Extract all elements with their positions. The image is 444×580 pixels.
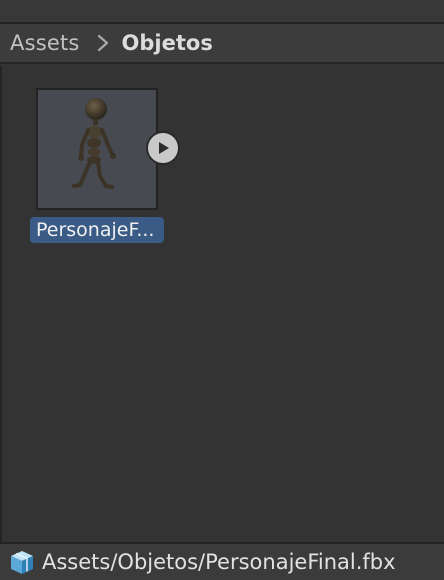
breadcrumb-item-assets[interactable]: Assets [10, 31, 80, 55]
preview-play-button[interactable] [146, 131, 180, 165]
prefab-model-icon [11, 551, 33, 574]
breadcrumb-item-objetos[interactable]: Objetos [122, 31, 213, 55]
asset-item[interactable]: PersonajeF... [28, 88, 180, 248]
chevron-right-icon [97, 34, 108, 52]
asset-thumbnail[interactable] [36, 88, 158, 210]
selected-asset-path: Assets/Objetos/PersonajeFinal.fbx [42, 550, 396, 574]
humanoid-model-icon [72, 98, 116, 189]
asset-grid[interactable]: PersonajeF... [0, 66, 444, 542]
breadcrumb: Assets Objetos [0, 24, 444, 64]
play-icon [159, 142, 169, 154]
asset-name-label[interactable]: PersonajeF... [30, 217, 164, 243]
status-bar: Assets/Objetos/PersonajeFinal.fbx [0, 542, 444, 580]
window-toolbar [0, 0, 444, 24]
project-window: Assets Objetos PersonajeF... Assets/Obje… [0, 0, 444, 580]
